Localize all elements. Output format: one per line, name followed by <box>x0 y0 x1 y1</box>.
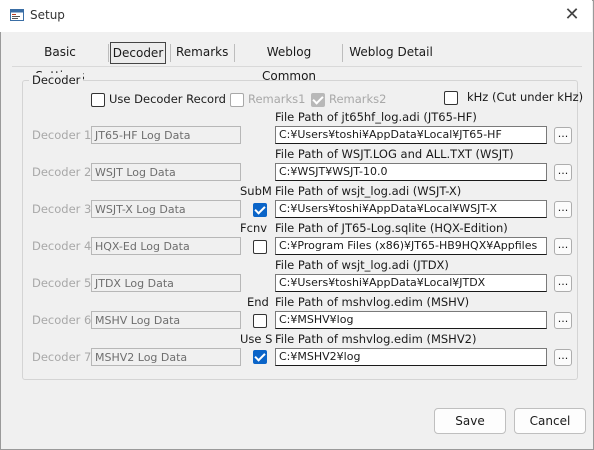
browse-button[interactable]: ... <box>554 201 572 218</box>
decoder-log-field: WSJT-X Log Data <box>91 200 241 218</box>
decoder-log-field: MSHV Log Data <box>91 311 241 329</box>
path-input[interactable]: C:¥Program Files (x86)¥JT65-HB9HQX¥Appfi… <box>275 237 547 255</box>
decoder-label: Decoder 6 <box>32 313 92 327</box>
decoder-log-field: JT65-HF Log Data <box>91 126 241 144</box>
end-checkbox[interactable] <box>253 314 267 328</box>
tab-separator <box>170 44 171 62</box>
fcnv-label: Fcnv <box>240 221 268 235</box>
remarks2-label: Remarks2 <box>329 92 387 106</box>
window-title: Setup <box>30 8 65 22</box>
khz-label: kHz (Cut under kHz) <box>467 90 584 104</box>
path-label: File Path of mshvlog.edim (MSHV) <box>275 295 470 309</box>
decoder-log-field: JTDX Log Data <box>91 274 241 292</box>
browse-button[interactable]: ... <box>554 127 572 144</box>
decoder-log-field: MSHV2 Log Data <box>91 348 241 366</box>
browse-button[interactable]: ... <box>554 238 572 255</box>
path-label: File Path of wsjt_log.adi (JTDX) <box>275 258 449 272</box>
browse-button[interactable]: ... <box>554 312 572 329</box>
remarks1-checkbox <box>230 93 244 107</box>
path-label: File Path of JT65-Log.sqlite (HQX-Editio… <box>275 221 508 235</box>
title-bar: Setup ✕ <box>0 0 592 32</box>
path-input[interactable]: C:¥Users¥toshi¥AppData¥Local¥JT65-HF <box>275 126 547 144</box>
close-icon[interactable]: ✕ <box>560 4 584 28</box>
decoder-label: Decoder 7 <box>32 350 92 364</box>
submode-checkbox[interactable] <box>253 203 267 217</box>
use-s-checkbox[interactable] <box>253 350 267 364</box>
fcnv-checkbox[interactable] <box>253 240 267 254</box>
path-input[interactable]: C:¥MSHV2¥log <box>275 348 547 366</box>
khz-checkbox[interactable] <box>444 91 458 105</box>
path-input[interactable]: C:¥MSHV¥log <box>275 311 547 329</box>
decoder-label: Decoder 4 <box>32 239 92 253</box>
submode-label: SubM <box>240 184 272 198</box>
tab-bar: Basic Settings Decoder Remarks Weblog Co… <box>12 40 580 83</box>
tab-weblog-common[interactable]: Weblog Common <box>240 40 338 83</box>
cancel-button[interactable]: Cancel <box>514 408 586 434</box>
use-s-label: Use S <box>240 332 273 346</box>
path-input[interactable]: C:¥WSJT¥WSJT-10.0 <box>275 163 547 181</box>
remarks1-label: Remarks1 <box>248 92 306 106</box>
use-decoder-record-label: Use Decoder Record <box>109 92 226 106</box>
tab-weblog-detail[interactable]: Weblog Detail <box>348 40 434 64</box>
tab-separator <box>234 44 235 62</box>
decoder-log-field: WSJT Log Data <box>91 163 241 181</box>
path-label: File Path of jt65hf_log.adi (JT65-HF) <box>275 110 477 124</box>
decoder-label: Decoder 3 <box>32 202 92 216</box>
browse-button[interactable]: ... <box>554 275 572 292</box>
tab-basic-settings[interactable]: Basic Settings <box>18 40 102 83</box>
path-input[interactable]: C:¥Users¥toshi¥AppData¥Local¥JTDX <box>275 274 547 292</box>
decoder-label: Decoder 5 <box>32 276 92 290</box>
path-label: File Path of mshvlog.edim (MSHV2) <box>275 332 477 346</box>
tab-decoder[interactable]: Decoder <box>110 42 166 64</box>
tab-remarks[interactable]: Remarks <box>176 40 228 64</box>
decoder-log-field: HQX-Ed Log Data <box>91 237 241 255</box>
tab-separator <box>342 44 343 62</box>
end-label: End <box>247 295 269 309</box>
browse-button[interactable]: ... <box>554 349 572 366</box>
decoder-label: Decoder 2 <box>32 165 92 179</box>
decoder-label: Decoder 1 <box>32 128 92 142</box>
path-label: File Path of WSJT.LOG and ALL.TXT (WSJT) <box>275 147 514 161</box>
browse-button[interactable]: ... <box>554 164 572 181</box>
use-decoder-record-checkbox[interactable] <box>91 93 105 107</box>
path-input[interactable]: C:¥Users¥toshi¥AppData¥Local¥WSJT-X <box>275 200 547 218</box>
app-icon <box>10 9 24 21</box>
save-button[interactable]: Save <box>434 408 506 434</box>
remarks2-checkbox <box>311 93 325 107</box>
tab-separator <box>108 44 109 62</box>
group-label: Decoder <box>29 73 84 87</box>
path-label: File Path of wsjt_log.adi (WSJT-X) <box>275 184 462 198</box>
